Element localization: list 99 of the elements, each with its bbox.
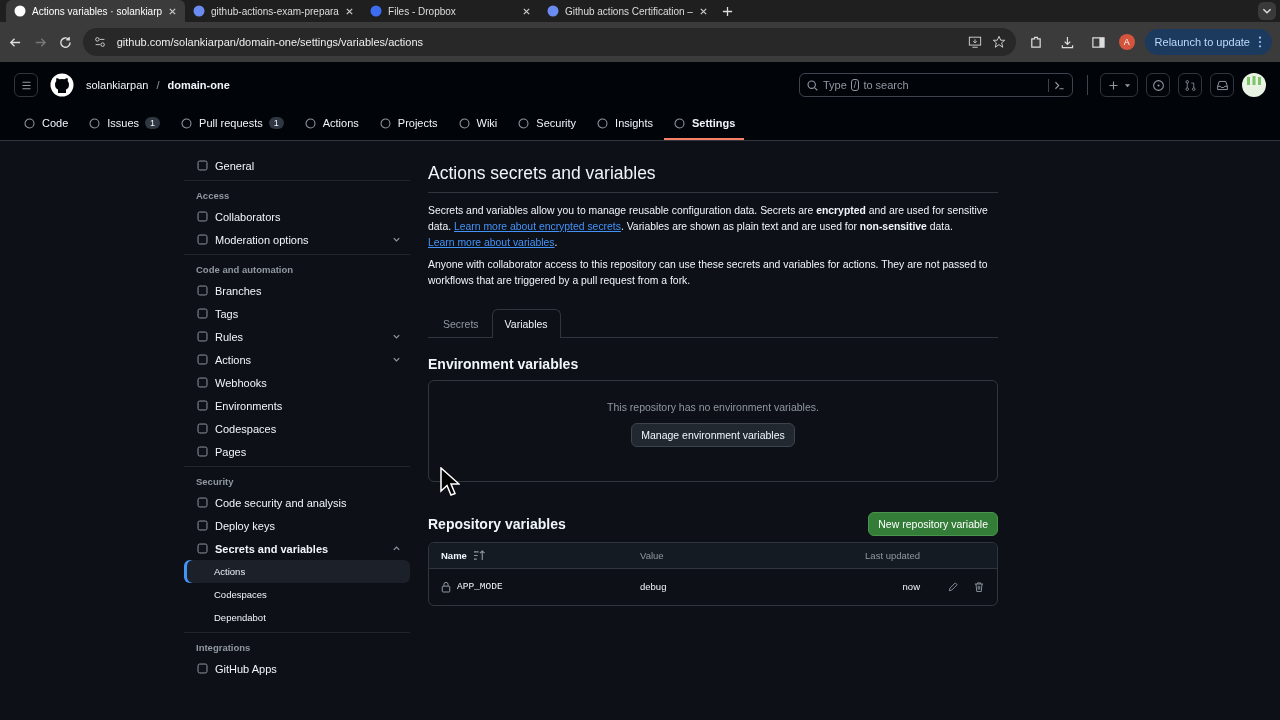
tab[interactable]: Secrets — [430, 309, 492, 338]
address-field[interactable]: github.com/solankiarpan/domain-one/settings/variables/actions — [82, 28, 1016, 56]
favicon-icon — [370, 5, 383, 17]
more-icon[interactable] — [1258, 36, 1262, 48]
empty-message: This repository has no environment variables. — [607, 401, 819, 413]
section-heading: Integrations — [195, 641, 252, 655]
close-icon[interactable] — [699, 6, 709, 16]
edit-icon[interactable] — [947, 581, 959, 593]
sidebar-subitem[interactable]: Actions — [184, 560, 410, 583]
browser-tab[interactable]: Github actions Certification – — [539, 0, 717, 22]
sidebar-item[interactable]: Secrets and variables — [184, 537, 410, 560]
column-header: Value — [640, 550, 665, 561]
manage-button[interactable]: Manage environment variables — [631, 423, 795, 447]
sidebar-item[interactable]: Codespaces — [184, 417, 410, 440]
updated-time: now — [902, 581, 920, 593]
sidebar-item[interactable]: Rules — [184, 325, 410, 348]
column-header[interactable]: Name — [441, 550, 640, 561]
reload-icon[interactable] — [57, 34, 73, 50]
download-icon[interactable] — [1059, 34, 1075, 50]
owner-link[interactable]: solankiarpan — [86, 79, 149, 91]
sidebar-subitem[interactable]: Dependabot — [184, 606, 410, 629]
close-icon[interactable] — [522, 6, 532, 16]
shortcut-key: / — [850, 79, 860, 91]
description-text: Anyone with collaborator access to this repository can use these secrets and variables for actions. They are not passed to workflows that are triggered by a pull request from a fork. — [428, 258, 989, 289]
count-badge: 1 — [145, 117, 161, 129]
search-hint: Type — [823, 79, 847, 91]
sidebar-item[interactable]: Environments — [184, 394, 410, 417]
sidebar-item[interactable]: Deploy keys — [184, 514, 410, 537]
variable-value: debug — [640, 581, 667, 593]
sidebar-item[interactable]: Collaborators — [184, 205, 410, 228]
sidebar-item[interactable]: Moderation options — [184, 228, 410, 251]
relaunch-button[interactable]: Relaunch to update — [1144, 29, 1272, 55]
search-icon — [806, 78, 819, 92]
avatar-icon[interactable] — [1242, 73, 1266, 97]
repo-link[interactable]: domain-one — [167, 79, 230, 91]
issues-button[interactable] — [1146, 73, 1170, 97]
sidebar-item[interactable]: Code security and analysis — [184, 491, 410, 514]
count-badge: 1 — [268, 117, 284, 129]
menu-button[interactable] — [14, 73, 38, 97]
inbox-icon — [1215, 78, 1229, 92]
sort-icon — [472, 550, 486, 561]
variable-name: APP_MODE — [457, 581, 503, 593]
new-variable-button[interactable]: New repository variable — [868, 512, 998, 536]
delete-icon[interactable] — [973, 581, 985, 593]
browser-tab[interactable]: Actions variables · solankiarp — [6, 0, 186, 22]
learn-more-link[interactable]: Learn more about encrypted secrets — [454, 220, 621, 232]
repo-tab[interactable]: Settings — [664, 108, 745, 140]
command-palette-icon[interactable] — [1048, 78, 1066, 92]
section-heading: Access — [195, 189, 231, 203]
section-title: Repository variables — [428, 516, 566, 532]
sidebar-item[interactable]: Branches — [184, 279, 410, 302]
browser-tab[interactable]: github-actions-exam-prepara — [185, 0, 363, 22]
install-app-icon[interactable] — [968, 35, 982, 49]
search-hint: to search — [863, 79, 909, 91]
favicon-icon — [14, 5, 26, 17]
logo-icon[interactable] — [50, 73, 74, 97]
plus-icon — [1107, 78, 1120, 92]
repo-tab[interactable]: Insights — [587, 108, 662, 140]
create-button[interactable] — [1100, 73, 1138, 97]
sidebar-item[interactable]: General — [184, 154, 410, 177]
page-title: Actions secrets and variables — [428, 159, 998, 193]
tab[interactable]: Variables — [491, 309, 561, 338]
sidebar-item[interactable]: GitHub Apps — [184, 657, 410, 680]
tab-search-icon[interactable] — [1258, 2, 1276, 20]
star-icon[interactable] — [992, 35, 1006, 49]
lock-icon — [441, 581, 451, 593]
favicon-icon — [547, 5, 560, 17]
browser-tab[interactable]: Files - Dropbox — [362, 0, 540, 22]
repo-tab[interactable]: Wiki — [448, 108, 507, 140]
repo-tab[interactable]: Issues 1 — [79, 108, 170, 140]
section-heading: Code and automation — [195, 263, 295, 277]
side-panel-icon[interactable] — [1090, 34, 1106, 50]
column-header: Last updated — [864, 550, 920, 561]
caret-icon — [1124, 81, 1131, 89]
section-title: Environment variables — [428, 356, 580, 372]
new-tab-icon[interactable] — [722, 5, 734, 17]
pull-requests-button[interactable] — [1178, 73, 1202, 97]
learn-more-link[interactable]: Learn more about variables — [428, 236, 555, 248]
sidebar-subitem[interactable]: Codespaces — [184, 583, 410, 606]
inbox-button[interactable] — [1210, 73, 1234, 97]
sidebar-item[interactable]: Pages — [184, 440, 410, 463]
repo-tab[interactable]: Projects — [369, 108, 447, 140]
sidebar-item[interactable]: Tags — [184, 302, 410, 325]
repo-tab[interactable]: Code — [14, 108, 78, 140]
sidebar-item[interactable]: Actions — [184, 348, 410, 371]
close-icon[interactable] — [345, 6, 355, 16]
repo-tab[interactable]: Security — [508, 108, 586, 140]
favicon-icon — [193, 5, 206, 17]
sidebar-item[interactable]: Webhooks — [184, 371, 410, 394]
search-field[interactable]: Type / to search — [799, 73, 1073, 97]
close-icon[interactable] — [168, 6, 178, 16]
repo-tab[interactable]: Actions — [294, 108, 368, 140]
path-separator: / — [156, 79, 160, 91]
repo-tab[interactable]: Pull requests 1 — [171, 108, 293, 140]
profile-avatar[interactable]: A — [1118, 34, 1135, 50]
site-settings-icon[interactable] — [92, 35, 107, 49]
cursor-icon — [440, 467, 460, 497]
section-heading: Security — [195, 475, 235, 489]
description-text: Secrets and variables allow you to manage reusable configuration data. Secrets are encrypted and are used for sensitive data. Learn more about encrypted secrets. Variables are shown as plain text and are used for non-sensitive data. Learn more about variables. — [428, 204, 989, 250]
